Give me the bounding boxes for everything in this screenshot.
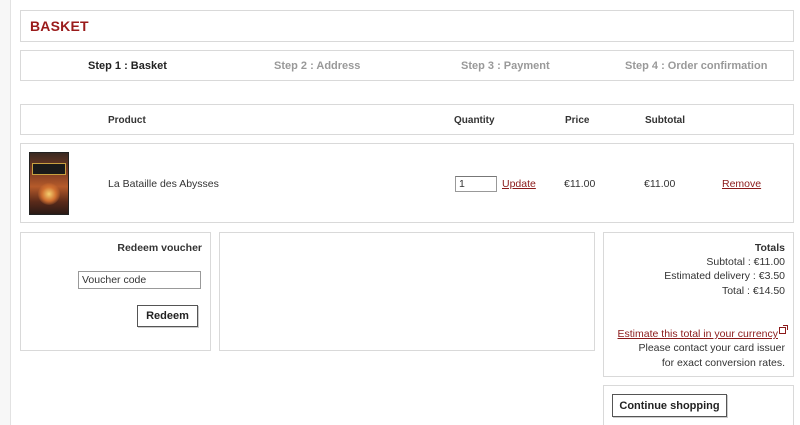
book-cover-glow: [38, 183, 60, 205]
totals-delivery: Estimated delivery : €3.50: [664, 270, 785, 282]
basket-header: BASKET: [20, 10, 794, 42]
conversion-note-line1: Please contact your card issuer: [638, 342, 786, 354]
column-header-subtotal: Subtotal: [645, 115, 685, 126]
column-header-quantity: Quantity: [454, 115, 495, 126]
blank-panel: [219, 232, 595, 351]
voucher-code-input[interactable]: [78, 271, 201, 289]
voucher-panel: Redeem voucher Redeem: [20, 232, 211, 351]
step-payment: Step 3 : Payment: [461, 60, 550, 72]
column-header-price: Price: [565, 115, 590, 126]
checkout-steps: Step 1 : Basket Step 2 : Address Step 3 …: [20, 50, 794, 81]
step-basket: Step 1 : Basket: [88, 60, 167, 72]
continue-shopping-button[interactable]: Continue shopping: [612, 394, 727, 417]
external-link-icon: [779, 325, 788, 334]
voucher-title: Redeem voucher: [117, 242, 202, 254]
book-cover-image[interactable]: [29, 152, 69, 215]
totals-title: Totals: [754, 242, 785, 254]
product-name: La Bataille des Abysses: [108, 178, 219, 190]
product-price: €11.00: [564, 178, 596, 190]
table-row: La Bataille des Abysses Update €11.00 €1…: [20, 143, 794, 223]
totals-panel: Totals Subtotal : €11.00 Estimated deliv…: [603, 232, 794, 377]
book-cover-title-band: [32, 163, 66, 175]
basket-table-header: Product Quantity Price Subtotal: [20, 104, 794, 135]
step-address: Step 2 : Address: [274, 60, 361, 72]
page-left-gutter: [0, 0, 11, 425]
page-title: BASKET: [30, 18, 89, 34]
step-order-confirmation: Step 4 : Order confirmation: [625, 60, 768, 72]
conversion-note-line2: for exact conversion rates.: [661, 357, 785, 369]
redeem-button[interactable]: Redeem: [137, 305, 198, 327]
remove-link[interactable]: Remove: [722, 178, 761, 190]
column-header-product: Product: [108, 115, 146, 126]
continue-panel: Continue shopping: [603, 385, 794, 425]
totals-subtotal: Subtotal : €11.00: [706, 256, 785, 268]
quantity-input[interactable]: [455, 176, 497, 192]
estimate-currency-link[interactable]: Estimate this total in your currency: [618, 328, 778, 340]
update-link[interactable]: Update: [502, 178, 536, 190]
product-subtotal: €11.00: [644, 178, 676, 190]
totals-total: Total : €14.50: [721, 285, 785, 297]
